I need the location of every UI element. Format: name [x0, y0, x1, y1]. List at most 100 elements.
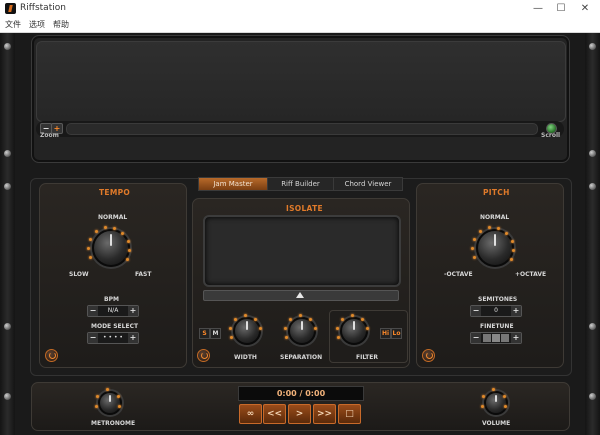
screw-icon [589, 393, 596, 400]
semitones-increase-button[interactable]: + [511, 306, 521, 316]
tempo-fast-label: FAST [135, 271, 152, 278]
led-icon [95, 230, 98, 233]
led-icon [511, 240, 514, 243]
loop-button[interactable]: ∞ [239, 404, 262, 424]
screw-icon [4, 150, 11, 157]
tempo-power-button[interactable] [45, 349, 58, 362]
led-icon [471, 247, 474, 250]
zoom-label: Zoom [40, 132, 59, 139]
led-icon [289, 318, 292, 321]
tab-chord-viewer[interactable]: Chord Viewer [333, 177, 403, 191]
knob-pointer [494, 234, 496, 247]
rewind-button[interactable]: << [263, 404, 286, 424]
screw-icon [589, 183, 596, 190]
led-icon [366, 327, 369, 330]
finetune-increase-button[interactable]: + [511, 333, 521, 343]
led-icon [126, 258, 129, 261]
maximize-button[interactable]: ☐ [553, 2, 569, 15]
led-icon [482, 395, 485, 398]
separation-knob[interactable] [288, 317, 316, 345]
led-icon [113, 227, 116, 230]
led-icon [96, 395, 99, 398]
waveform-display[interactable] [36, 41, 566, 122]
screw-icon [4, 183, 11, 190]
menu-file[interactable]: 文件 [5, 19, 21, 30]
filter-knob[interactable] [340, 317, 368, 345]
mode-next-button[interactable]: + [128, 333, 138, 343]
screw-icon [4, 43, 11, 50]
filter-lo-button[interactable]: Lo [391, 328, 402, 339]
window-title: Riffstation [20, 3, 66, 13]
pitch-normal-label: NORMAL [480, 214, 510, 221]
led-icon [314, 327, 317, 330]
menu-options[interactable]: 选项 [29, 19, 45, 30]
solo-button[interactable]: S [199, 328, 210, 339]
minimize-button[interactable]: — [530, 2, 546, 15]
led-icon [309, 318, 312, 321]
led-icon [229, 327, 232, 330]
bpm-value: N/A [107, 307, 119, 314]
bpm-decrease-button[interactable]: − [88, 306, 98, 316]
isolate-display[interactable] [203, 215, 401, 287]
knob-pointer [109, 395, 111, 402]
menu-help[interactable]: 帮助 [53, 19, 69, 30]
led-icon [89, 256, 92, 259]
right-rack-rail [585, 33, 600, 435]
bpm-increase-button[interactable]: + [128, 306, 138, 316]
led-icon [361, 318, 364, 321]
filter-hi-button[interactable]: Hi [380, 328, 391, 339]
led-icon [284, 327, 287, 330]
pitch-power-button[interactable] [422, 349, 435, 362]
knob-pointer [246, 321, 248, 330]
led-icon [89, 238, 92, 241]
led-icon [285, 336, 288, 339]
close-button[interactable]: ✕ [577, 2, 593, 15]
semitones-decrease-button[interactable]: − [471, 306, 481, 316]
scroll-label: Scroll [541, 132, 561, 139]
menu-bar: 文件 选项 帮助 [0, 17, 600, 33]
tempo-title: TEMPO [99, 188, 131, 197]
time-display: 0:00 / 0:00 [238, 386, 364, 401]
pitch-knob[interactable] [476, 229, 514, 267]
screw-icon [589, 43, 596, 50]
screw-icon [4, 323, 11, 330]
finetune-cell [492, 334, 500, 342]
knob-pointer [353, 321, 355, 330]
tempo-normal-label: NORMAL [98, 214, 128, 221]
minus-octave-label: -OCTAVE [444, 271, 473, 278]
title-bar: Riffstation — ☐ ✕ [0, 0, 600, 17]
led-icon [128, 249, 131, 252]
stop-button[interactable]: □ [338, 404, 361, 424]
led-icon [481, 405, 484, 408]
led-icon [497, 227, 500, 230]
tab-jam-master[interactable]: Jam Master [198, 177, 268, 191]
knob-pointer [110, 234, 112, 247]
timeline-scrollbar[interactable] [66, 123, 538, 135]
semitones-label: SEMITONES [478, 296, 518, 303]
led-icon [244, 314, 247, 317]
mute-button[interactable]: M [210, 328, 221, 339]
led-icon [510, 258, 513, 261]
led-icon [351, 314, 354, 317]
isolate-power-button[interactable] [197, 349, 210, 362]
led-icon [341, 318, 344, 321]
tempo-knob[interactable] [92, 229, 130, 267]
plus-octave-label: +OCTAVE [515, 271, 547, 278]
isolate-title: ISOLATE [286, 204, 323, 213]
led-icon [104, 226, 107, 229]
led-icon [95, 405, 98, 408]
separation-label: SEPARATION [280, 354, 323, 361]
width-knob[interactable] [233, 317, 261, 345]
mode-select-label: MODE SELECT [91, 323, 139, 330]
led-icon [512, 249, 515, 252]
fast-forward-button[interactable]: >> [313, 404, 336, 424]
play-button[interactable]: > [288, 404, 311, 424]
finetune-label: FINETUNE [480, 323, 514, 330]
mode-prev-button[interactable]: − [88, 333, 98, 343]
led-icon [488, 226, 491, 229]
led-icon [505, 232, 508, 235]
slider-thumb-icon[interactable] [296, 292, 304, 298]
led-icon [87, 247, 90, 250]
finetune-decrease-button[interactable]: − [471, 333, 481, 343]
tab-riff-builder[interactable]: Riff Builder [267, 177, 334, 191]
